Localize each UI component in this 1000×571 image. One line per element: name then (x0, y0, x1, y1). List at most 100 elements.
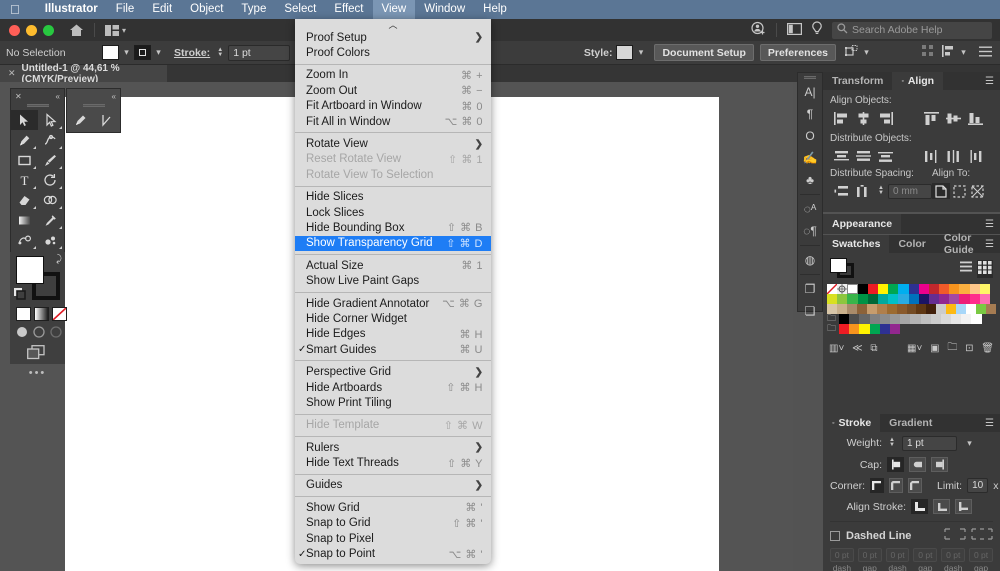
list-view-icon[interactable] (959, 260, 973, 278)
shape-builder-tool[interactable] (38, 190, 65, 210)
eyedropper-tool[interactable] (38, 210, 65, 230)
panel-toggle-icon[interactable] (787, 22, 803, 38)
swatch[interactable] (867, 294, 878, 304)
menu-item[interactable]: Hide Bounding Box ⇧ ⌘ B (295, 220, 491, 235)
macos-menu-effect[interactable]: Effect (325, 0, 372, 19)
swatch[interactable] (869, 314, 880, 324)
draw-normal-icon[interactable] (16, 326, 29, 341)
swatch[interactable] (969, 284, 980, 294)
swatch[interactable] (961, 314, 972, 324)
weight-stepper[interactable]: ▲ ▼ (887, 437, 897, 448)
graphic-styles-icon[interactable]: ◌ᴬ (798, 198, 822, 220)
drag-handle[interactable] (804, 76, 816, 79)
align-to-key-object-icon[interactable] (968, 183, 986, 199)
swatch[interactable] (966, 304, 977, 314)
align-right-icon[interactable] (874, 110, 896, 126)
default-fill-stroke-icon[interactable] (14, 288, 26, 300)
selection-tool[interactable] (11, 110, 38, 130)
bevel-join-icon[interactable] (908, 478, 923, 493)
search-input[interactable]: Search Adobe Help (832, 21, 992, 39)
swatch[interactable] (940, 314, 952, 324)
swatch[interactable] (920, 314, 931, 324)
macos-menu-edit[interactable]: Edit (143, 0, 181, 19)
tab-align[interactable]: ◦ Align (892, 72, 944, 90)
stroke-dropdown-chevron-icon[interactable]: ▾ (151, 45, 166, 61)
paintbrush-tool[interactable] (38, 150, 65, 170)
swatch[interactable] (971, 314, 982, 324)
distribute-left-icon[interactable] (920, 148, 942, 164)
macos-menu-file[interactable]: File (107, 0, 144, 19)
maximize-window-button[interactable] (43, 24, 54, 36)
tab-swatches[interactable]: Swatches (823, 235, 890, 253)
fill-color-swatch[interactable] (102, 45, 119, 60)
swatch[interactable] (959, 284, 970, 294)
macos-menu-object[interactable]: Object (181, 0, 232, 19)
gradient-tool[interactable] (11, 210, 38, 230)
dash-field[interactable]: 0 pt (941, 548, 966, 562)
macos-menu-type[interactable]: Type (232, 0, 275, 19)
swatch[interactable] (986, 304, 996, 314)
swatch[interactable] (908, 294, 919, 304)
menu-item[interactable]: Zoom In ⌘ + (295, 68, 491, 83)
swatch[interactable] (976, 304, 986, 314)
menu-item[interactable]: Hide Gradient Annotator ⌥ ⌘ G (295, 296, 491, 311)
swatch[interactable] (866, 304, 877, 314)
swatch[interactable] (837, 284, 848, 294)
swatch[interactable] (956, 304, 967, 314)
fill-dropdown-chevron-icon[interactable]: ▾ (119, 45, 134, 61)
symbols-icon[interactable]: ♣ (798, 169, 822, 191)
swatch[interactable] (918, 284, 929, 294)
tab-color[interactable]: Color (889, 235, 934, 253)
menu-item[interactable]: Proof Setup ❯ (295, 30, 491, 45)
spacing-value-field[interactable]: 0 mm (888, 183, 932, 199)
swatch-libraries-icon[interactable]: ▥˅ (829, 343, 844, 354)
tab-transform[interactable]: Transform (823, 72, 892, 90)
align-horizontal-center-icon[interactable] (852, 110, 874, 126)
limit-field[interactable]: 10 (967, 478, 989, 493)
stroke-weight-field[interactable]: 1 pt (228, 44, 291, 61)
menu-item[interactable]: Lock Slices (295, 205, 491, 220)
menu-item[interactable]: Hide Edges ⌘ H (295, 327, 491, 342)
pen-tool-flyout[interactable] (67, 110, 94, 130)
swatch[interactable] (951, 314, 962, 324)
pathfinder-icon[interactable]: ❐ (798, 278, 822, 300)
new-folder-icon[interactable]: 🗀 (947, 340, 957, 357)
swatch[interactable] (876, 304, 887, 314)
new-swatch-icon[interactable]: ⊡ (965, 343, 973, 354)
new-color-group-icon[interactable]: ▣ (930, 343, 939, 354)
align-vertical-center-icon[interactable] (942, 110, 964, 126)
miter-join-icon[interactable] (870, 478, 885, 493)
distribute-top-icon[interactable] (830, 148, 852, 164)
swatch[interactable] (916, 304, 927, 314)
align-to-selection-icon[interactable] (950, 183, 968, 199)
menu-item[interactable]: Hide Corner Widget (295, 311, 491, 326)
dash-field[interactable]: 0 pt (913, 548, 938, 562)
menu-item[interactable]: Snap to Grid ⇧ ⌘ ' (295, 516, 491, 531)
distribute-vertical-center-icon[interactable] (852, 148, 874, 164)
drag-handle[interactable] (26, 104, 49, 107)
tab-stroke[interactable]: ◦ Stroke (823, 414, 881, 432)
swatch[interactable] (869, 324, 880, 334)
menu-item[interactable]: Actual Size ⌘ 1 (295, 258, 491, 273)
menu-item[interactable]: Zoom Out ⌘ − (295, 83, 491, 98)
menu-item[interactable]: Fit Artboard in Window ⌘ 0 (295, 99, 491, 114)
menu-item[interactable]: Snap to Pixel (295, 531, 491, 546)
swatch[interactable] (936, 304, 947, 314)
align-stroke-outside-icon[interactable] (955, 499, 972, 514)
distribute-horizontal-center-icon[interactable] (942, 148, 964, 164)
swatch[interactable] (889, 314, 901, 324)
apple-logo-icon[interactable]:  (10, 3, 20, 16)
distribute-bottom-icon[interactable] (874, 148, 896, 164)
transform-icon[interactable] (845, 44, 859, 61)
panel-menu-icon[interactable]: ☰ (985, 418, 994, 429)
swatch[interactable] (949, 294, 960, 304)
vertical-distribute-space-icon[interactable] (830, 183, 852, 199)
draw-behind-icon[interactable] (33, 326, 46, 341)
swatch[interactable] (896, 304, 907, 314)
swatch[interactable] (959, 294, 970, 304)
swatch[interactable] (836, 304, 847, 314)
tab-gradient[interactable]: Gradient (880, 414, 941, 432)
swatch[interactable] (889, 324, 901, 334)
swatch[interactable] (879, 324, 890, 334)
color-fill-button[interactable] (16, 307, 31, 321)
